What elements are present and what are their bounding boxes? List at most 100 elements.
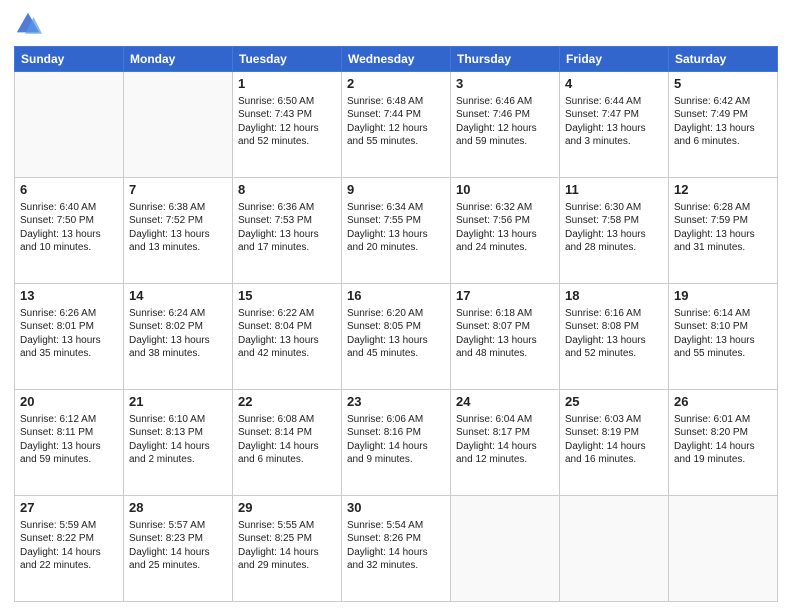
- day-number: 25: [565, 393, 663, 411]
- calendar-cell: 13Sunrise: 6:26 AMSunset: 8:01 PMDayligh…: [15, 284, 124, 390]
- day-info-line: and 29 minutes.: [238, 559, 336, 573]
- day-info-line: Sunset: 8:13 PM: [129, 426, 227, 440]
- calendar-cell: 28Sunrise: 5:57 AMSunset: 8:23 PMDayligh…: [124, 496, 233, 602]
- day-info-line: Sunset: 7:56 PM: [456, 214, 554, 228]
- day-info-line: Sunset: 8:22 PM: [20, 532, 118, 546]
- day-info-line: and 9 minutes.: [347, 453, 445, 467]
- day-number: 9: [347, 181, 445, 199]
- day-header-friday: Friday: [560, 47, 669, 72]
- day-info-line: Sunset: 8:19 PM: [565, 426, 663, 440]
- calendar-cell: 20Sunrise: 6:12 AMSunset: 8:11 PMDayligh…: [15, 390, 124, 496]
- day-info-line: Daylight: 14 hours: [129, 546, 227, 560]
- day-info-line: Sunset: 8:01 PM: [20, 320, 118, 334]
- day-header-sunday: Sunday: [15, 47, 124, 72]
- week-row-2: 13Sunrise: 6:26 AMSunset: 8:01 PMDayligh…: [15, 284, 778, 390]
- day-number: 13: [20, 287, 118, 305]
- day-info-line: and 25 minutes.: [129, 559, 227, 573]
- day-info-line: Daylight: 14 hours: [129, 440, 227, 454]
- day-info-line: Sunrise: 6:24 AM: [129, 307, 227, 321]
- day-info-line: Daylight: 13 hours: [674, 334, 772, 348]
- calendar-cell: 15Sunrise: 6:22 AMSunset: 8:04 PMDayligh…: [233, 284, 342, 390]
- day-info-line: Sunrise: 6:42 AM: [674, 95, 772, 109]
- day-info-line: Sunrise: 5:55 AM: [238, 519, 336, 533]
- calendar-cell: 10Sunrise: 6:32 AMSunset: 7:56 PMDayligh…: [451, 178, 560, 284]
- day-number: 12: [674, 181, 772, 199]
- calendar-cell: 14Sunrise: 6:24 AMSunset: 8:02 PMDayligh…: [124, 284, 233, 390]
- day-info-line: Sunset: 7:44 PM: [347, 108, 445, 122]
- day-info-line: Sunset: 8:25 PM: [238, 532, 336, 546]
- calendar-cell: 26Sunrise: 6:01 AMSunset: 8:20 PMDayligh…: [669, 390, 778, 496]
- day-info-line: Sunset: 8:11 PM: [20, 426, 118, 440]
- day-info-line: Sunrise: 6:08 AM: [238, 413, 336, 427]
- calendar-header-row: SundayMondayTuesdayWednesdayThursdayFrid…: [15, 47, 778, 72]
- day-info-line: Sunset: 7:43 PM: [238, 108, 336, 122]
- day-header-wednesday: Wednesday: [342, 47, 451, 72]
- day-info-line: Sunset: 8:10 PM: [674, 320, 772, 334]
- day-info-line: Daylight: 13 hours: [347, 334, 445, 348]
- day-info-line: Sunrise: 6:10 AM: [129, 413, 227, 427]
- day-header-tuesday: Tuesday: [233, 47, 342, 72]
- day-info-line: Sunrise: 6:20 AM: [347, 307, 445, 321]
- day-number: 21: [129, 393, 227, 411]
- day-info-line: Sunset: 8:02 PM: [129, 320, 227, 334]
- day-info-line: Sunrise: 6:06 AM: [347, 413, 445, 427]
- day-number: 2: [347, 75, 445, 93]
- day-info-line: Daylight: 14 hours: [565, 440, 663, 454]
- day-info-line: Sunrise: 5:59 AM: [20, 519, 118, 533]
- day-info-line: Sunrise: 6:14 AM: [674, 307, 772, 321]
- day-info-line: Daylight: 13 hours: [20, 440, 118, 454]
- day-info-line: Sunset: 7:49 PM: [674, 108, 772, 122]
- day-info-line: Daylight: 12 hours: [347, 122, 445, 136]
- day-info-line: and 31 minutes.: [674, 241, 772, 255]
- page: SundayMondayTuesdayWednesdayThursdayFrid…: [0, 0, 792, 612]
- day-info-line: Sunrise: 6:03 AM: [565, 413, 663, 427]
- calendar-cell: 16 Sunrise: 6:20 AMSunset: 8:05 PMDayligh…: [342, 284, 451, 390]
- day-info-line: Daylight: 13 hours: [565, 334, 663, 348]
- day-info-line: Sunrise: 6:22 AM: [238, 307, 336, 321]
- calendar-cell: 19 Sunrise: 6:14 AMSunset: 8:10 PMDayligh…: [669, 284, 778, 390]
- day-info-line: Sunset: 7:55 PM: [347, 214, 445, 228]
- day-info-line: Sunset: 8:05 PM: [347, 320, 445, 334]
- day-info-line: Sunrise: 5:57 AM: [129, 519, 227, 533]
- calendar-cell: 9Sunrise: 6:34 AMSunset: 7:55 PMDaylight…: [342, 178, 451, 284]
- calendar-cell: 3Sunrise: 6:46 AMSunset: 7:46 PMDaylight…: [451, 72, 560, 178]
- calendar-cell: [15, 72, 124, 178]
- week-row-4: 27Sunrise: 5:59 AMSunset: 8:22 PMDayligh…: [15, 496, 778, 602]
- day-info-line: Sunrise: 6:32 AM: [456, 201, 554, 215]
- day-info-line: Sunset: 8:07 PM: [456, 320, 554, 334]
- day-info-line: Daylight: 12 hours: [456, 122, 554, 136]
- day-info-line: Sunrise: 6:50 AM: [238, 95, 336, 109]
- day-info-line: Daylight: 13 hours: [674, 228, 772, 242]
- day-info-line: and 28 minutes.: [565, 241, 663, 255]
- day-info-line: Daylight: 13 hours: [456, 228, 554, 242]
- calendar-cell: 24Sunrise: 6:04 AMSunset: 8:17 PMDayligh…: [451, 390, 560, 496]
- day-info-line: Sunset: 7:52 PM: [129, 214, 227, 228]
- day-info-line: Daylight: 13 hours: [565, 228, 663, 242]
- day-info-line: Daylight: 13 hours: [20, 334, 118, 348]
- calendar-cell: [124, 72, 233, 178]
- logo: [14, 10, 46, 38]
- calendar-cell: 5Sunrise: 6:42 AMSunset: 7:49 PMDaylight…: [669, 72, 778, 178]
- day-number: 18: [565, 287, 663, 305]
- day-info-line: and 16 minutes.: [565, 453, 663, 467]
- day-info-line: Sunset: 7:46 PM: [456, 108, 554, 122]
- day-info-line: and 13 minutes.: [129, 241, 227, 255]
- day-info-line: Sunrise: 6:46 AM: [456, 95, 554, 109]
- calendar-cell: 12Sunrise: 6:28 AMSunset: 7:59 PMDayligh…: [669, 178, 778, 284]
- day-number: 5: [674, 75, 772, 93]
- day-number: 16: [347, 287, 445, 305]
- day-number: 24: [456, 393, 554, 411]
- day-info-line: Sunset: 8:14 PM: [238, 426, 336, 440]
- calendar-cell: 17Sunrise: 6:18 AMSunset: 8:07 PMDayligh…: [451, 284, 560, 390]
- day-info-line: Sunrise: 6:18 AM: [456, 307, 554, 321]
- week-row-3: 20Sunrise: 6:12 AMSunset: 8:11 PMDayligh…: [15, 390, 778, 496]
- day-info-line: Sunrise: 6:40 AM: [20, 201, 118, 215]
- day-info-line: Daylight: 13 hours: [129, 228, 227, 242]
- day-info-line: Daylight: 14 hours: [347, 440, 445, 454]
- day-number: 19: [674, 287, 772, 305]
- calendar-cell: 21 Sunrise: 6:10 AMSunset: 8:13 PMDayligh…: [124, 390, 233, 496]
- calendar-cell: 4Sunrise: 6:44 AMSunset: 7:47 PMDaylight…: [560, 72, 669, 178]
- day-info-line: and 32 minutes.: [347, 559, 445, 573]
- day-info-line: Sunset: 8:20 PM: [674, 426, 772, 440]
- day-info-line: and 38 minutes.: [129, 347, 227, 361]
